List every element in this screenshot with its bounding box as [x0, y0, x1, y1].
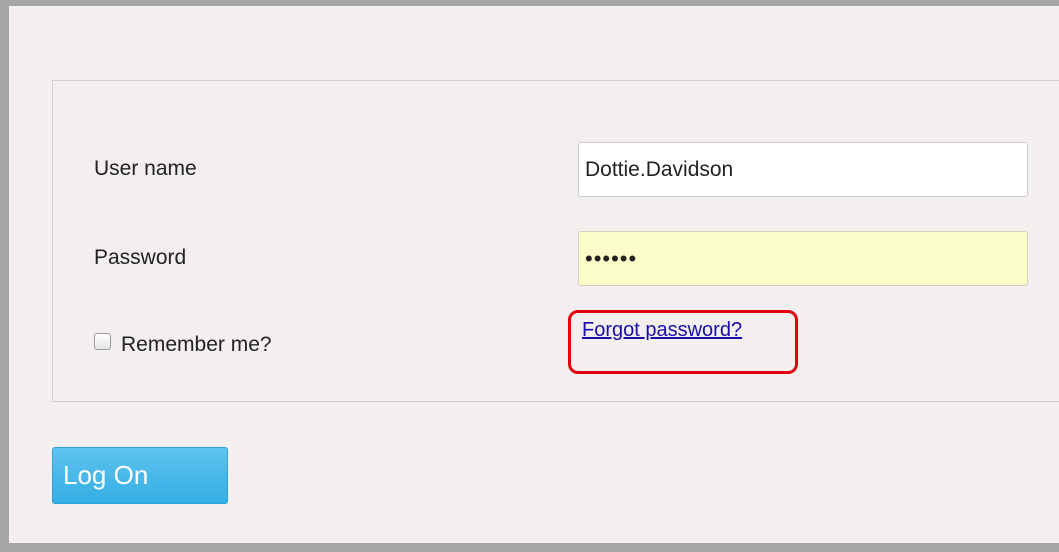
remember-me-label[interactable]: Remember me? [121, 333, 272, 357]
remember-me-row: Remember me? [94, 332, 272, 357]
password-input[interactable] [578, 231, 1028, 286]
remember-me-checkbox[interactable] [94, 332, 111, 350]
username-input[interactable] [578, 142, 1028, 197]
password-label: Password [94, 246, 187, 269]
log-on-button[interactable]: Log On [52, 447, 228, 504]
username-label: User name [94, 157, 197, 180]
forgot-password-link[interactable]: Forgot password? [582, 319, 742, 342]
